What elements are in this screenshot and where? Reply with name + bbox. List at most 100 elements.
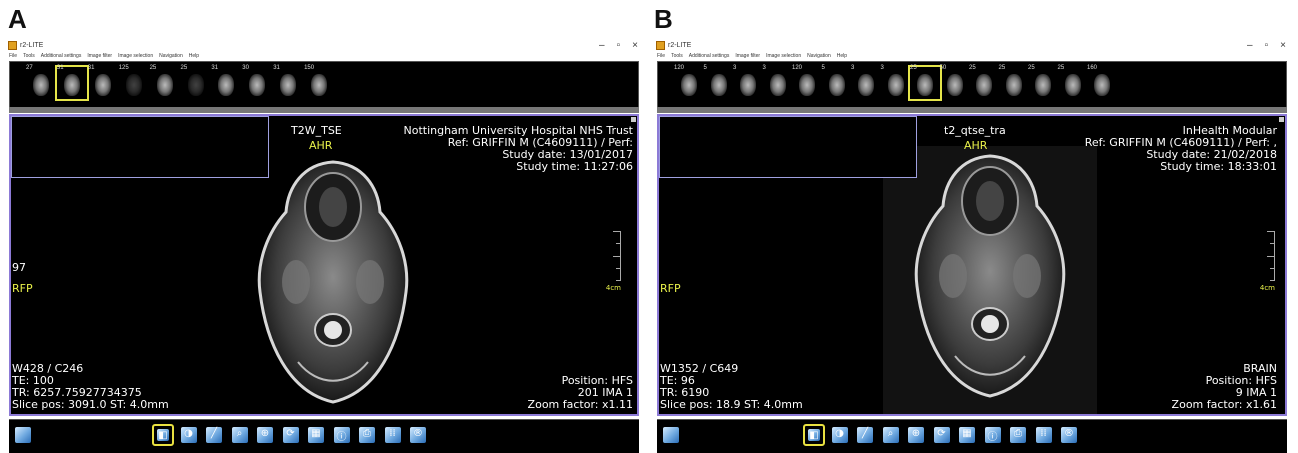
minimize-button[interactable]: – [1247,40,1253,51]
measure-line-button[interactable]: ╱ [203,424,225,446]
image-viewport[interactable]: t2_qtse_tra AHR InHealth Modular Ref: GRIFF… [657,114,1287,416]
thumbnail-count: 50 [939,65,947,71]
thumbnail-count: 120 [792,65,803,71]
pan-tool-button[interactable] [12,424,34,446]
tool-glyph: ⊕ [911,428,921,439]
window-level-button[interactable]: ◧ [152,424,174,446]
rotate-button[interactable]: ⟳ [280,424,302,446]
zoom-region-button[interactable]: ⊕ [254,424,276,446]
thumbnail-image [125,74,142,96]
rotate-button[interactable]: ⟳ [931,424,953,446]
tool-glyph: ⟳ [286,428,295,439]
minimize-button[interactable]: – [599,40,605,51]
series-thumbnail[interactable]: 25 [148,65,182,101]
window-title: r2-LITE [668,41,692,49]
reset-button[interactable]: ® [1058,424,1080,446]
series-thumbnail[interactable]: 27 [24,65,58,101]
series-name: t2_qtse_tra [944,124,1006,137]
menu-item-image-selection[interactable]: Image selection [118,53,153,59]
tool-glyph: ▦ [962,428,972,439]
menu-item-tools[interactable]: Tools [23,53,35,59]
ruler-tick [1267,256,1275,257]
zoom-button[interactable]: ⌕ [229,424,251,446]
series-thumbnail[interactable]: 31 [271,65,305,101]
grid-button[interactable]: ▦ [305,424,327,446]
scale-label: 4cm [1259,284,1275,292]
menu-item-help[interactable]: Help [189,53,199,59]
tool-glyph: ® [1064,428,1074,439]
series-thumbnail[interactable]: 25 [179,65,213,101]
window-controls: – ▫ × [599,38,638,52]
app-icon [8,40,17,50]
menu-item-image-selection[interactable]: Image selection [766,53,801,59]
scroll-corner[interactable] [1279,117,1284,122]
zoom-factor: Zoom factor: x1.11 [527,398,633,411]
thumbnail-count: 30 [242,65,249,71]
close-button[interactable]: × [1280,40,1286,51]
zoom-button[interactable]: ⌕ [880,424,902,446]
ruler-tick [613,231,621,232]
menu-item-image-filter[interactable]: Image filter [87,53,112,59]
tool-glyph: ⊕ [260,428,270,439]
thumbnail-count: 3 [851,65,855,71]
thumbnail-image [917,74,933,96]
layout-button[interactable]: ⁞⁞ [1033,424,1055,446]
scroll-corner[interactable] [631,117,636,122]
viewport-header-bar [9,107,639,113]
zoom-region-button[interactable]: ⊕ [905,424,927,446]
contrast-button[interactable]: ◑ [829,424,851,446]
maximize-button[interactable]: ▫ [617,40,621,51]
reset-button[interactable]: ® [407,424,429,446]
menu-item-additional-settings[interactable]: Additional settings [41,53,82,59]
window-controls: – ▫ × [1247,38,1286,52]
thumbnail-count: 25 [180,65,188,71]
text-info-button[interactable]: ⓘ [331,424,353,446]
measure-line-button[interactable]: ╱ [854,424,876,446]
series-thumbnail[interactable]: 160 [1085,65,1119,101]
menu-item-file[interactable]: File [9,53,17,59]
scale-label: 4cm [605,284,621,292]
menu-item-file[interactable]: File [657,53,665,59]
tool-glyph: ® [413,428,423,439]
close-button[interactable]: × [632,40,638,51]
series-thumbnail[interactable]: 31 [209,65,243,101]
menu-item-navigation[interactable]: Navigation [807,53,831,59]
series-thumbnail[interactable]: 31 [86,65,120,101]
menu-item-image-filter[interactable]: Image filter [735,53,760,59]
pan-tool-icon [15,427,31,443]
ruler-tick [1270,268,1275,269]
thumbnail-count: 25 [969,65,976,71]
scale-ruler [609,231,621,281]
menu-item-navigation[interactable]: Navigation [159,53,183,59]
grid-button[interactable]: ▦ [956,424,978,446]
menu-item-additional-settings[interactable]: Additional settings [689,53,730,59]
window-level-button[interactable]: ◧ [803,424,825,446]
menu-item-help[interactable]: Help [837,53,847,59]
series-thumbnail[interactable]: 150 [302,65,336,101]
menu-item-tools[interactable]: Tools [671,53,683,59]
thumbnail-count: 150 [304,65,315,71]
ruler-tick [616,280,621,281]
tool-glyph: ╱ [210,428,218,439]
text-info-button[interactable]: ⓘ [982,424,1004,446]
contrast-button[interactable]: ◑ [178,424,200,446]
series-thumbnail[interactable]: 30 [240,65,274,101]
layout-button[interactable]: ⁞⁞ [382,424,404,446]
print-button[interactable]: ⎙ [356,424,378,446]
thumbnail-image [858,74,874,96]
mri-axial-scan [257,160,409,404]
series-thumbnail[interactable]: 125 [117,65,151,101]
maximize-button[interactable]: ▫ [1265,40,1269,51]
orientation-top: AHR [964,139,988,152]
thumbnail-count: 25 [910,65,917,71]
viewer-window: r2-LITE – ▫ × File Tools Additional settings Im… [654,38,1290,453]
print-button[interactable]: ⎙ [1007,424,1029,446]
thumbnail-strip: 120 5 3 3 120 5 3 3 25 50 25 25 25 25 160 [657,61,1287,108]
thumbnail-image [1005,74,1022,96]
thumbnail-image [769,74,786,96]
tool-glyph: ▦ [311,428,321,439]
pan-tool-button[interactable] [660,424,682,446]
image-viewport[interactable]: T2W_TSE AHR Nottingham University Hospital… [9,114,639,416]
ruler-tick [1270,280,1275,281]
series-thumbnail[interactable]: 31 [54,65,89,101]
